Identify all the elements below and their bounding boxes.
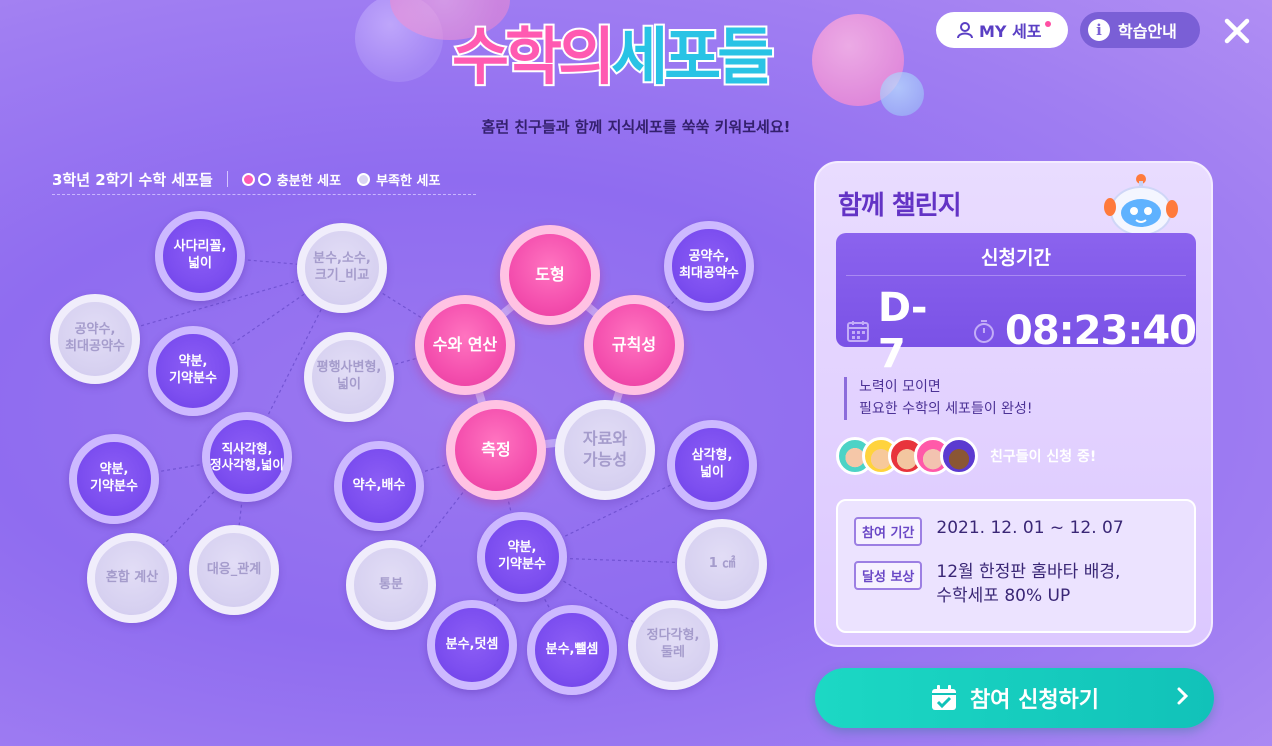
period-tag: 참여 기간 xyxy=(854,517,923,546)
my-cell-label: MY 세포 xyxy=(979,22,1042,41)
my-cell-button[interactable]: MY 세포 xyxy=(936,12,1068,48)
cell-node-reduction-2[interactable]: 약분, 기약분수 xyxy=(69,434,159,524)
notification-dot xyxy=(1044,21,1051,27)
cell-node-regular-polygon-perimeter[interactable]: 정다각형, 둘레 xyxy=(628,600,718,690)
cell-node-correspondence[interactable]: 대응_관계 xyxy=(189,525,279,615)
challenge-panel: 함께 챌린지 신청기간 D-7 08:23:40 노력이 모이면 필요한 수학의… xyxy=(814,161,1213,647)
cell-node-fraction-decimal-compare[interactable]: 분수,소수, 크기_비교 xyxy=(297,223,387,313)
period-label: 신청기간 xyxy=(981,247,1051,269)
challenge-title: 함께 챌린지 xyxy=(838,191,962,221)
calendar-check-icon xyxy=(931,685,956,710)
cell-node-reduction-3[interactable]: 약분, 기약분수 xyxy=(477,512,567,602)
period-value: 2021. 12. 01 ~ 12. 07 xyxy=(936,518,1124,538)
cell-node-fraction-subtraction[interactable]: 분수,뺄셈 xyxy=(527,605,617,695)
friends-status: 친구들이 신청 중! xyxy=(990,449,1097,465)
friend-avatar xyxy=(940,437,978,475)
reward-line2: 수학세포 80% UP xyxy=(936,585,1071,606)
cell-node-parallelogram-area[interactable]: 평행사변형, 넓이 xyxy=(304,332,394,422)
cell-node-square-centimeter[interactable]: 1 ㎠ xyxy=(677,519,767,609)
close-icon xyxy=(1224,18,1250,44)
period-row: 참여 기간 2021. 12. 01 ~ 12. 07 xyxy=(854,517,1124,546)
stopwatch-icon xyxy=(974,320,995,343)
notice-line1: 노력이 모이면 xyxy=(859,379,941,395)
cell-node-data-probability[interactable]: 자료와 가능성 xyxy=(555,400,655,500)
reward-row: 달성 보상 12월 한정판 홈바타 배경, 수학세포 80% UP xyxy=(854,561,1120,609)
participating-friends: 친구들이 신청 중! xyxy=(836,437,1096,475)
guide-label: 학습안내 xyxy=(1118,22,1177,41)
reward-line1: 12월 한정판 홈바타 배경, xyxy=(936,562,1121,582)
cell-node-patterns[interactable]: 규칙성 xyxy=(584,295,684,395)
cell-node-triangle-area[interactable]: 삼각형, 넓이 xyxy=(667,420,757,510)
guide-button[interactable]: i 학습안내 xyxy=(1080,12,1200,48)
cell-node-shapes[interactable]: 도형 xyxy=(500,225,600,325)
chevron-right-icon xyxy=(1176,684,1190,714)
cell-node-common-denominator[interactable]: 통분 xyxy=(346,540,436,630)
bg-bubble-small-blue xyxy=(880,72,924,116)
join-button-label: 참여 신청하기 xyxy=(969,688,1100,713)
reward-tag: 달성 보상 xyxy=(854,561,923,590)
cell-node-fraction-addition[interactable]: 분수,덧셈 xyxy=(427,600,517,690)
countdown-divider xyxy=(846,275,1186,276)
cell-node-divisors-multiples[interactable]: 약수,배수 xyxy=(334,441,424,531)
reward-value: 12월 한정판 홈바타 배경, 수학세포 80% UP xyxy=(936,561,1120,609)
countdown-row: D-7 08:23:40 xyxy=(846,285,1197,377)
cell-node-numbers-operations[interactable]: 수와 연산 xyxy=(415,295,515,395)
info-icon: i xyxy=(1088,19,1110,41)
cell-node-trapezoid-area[interactable]: 사다리꼴, 넓이 xyxy=(155,211,245,301)
cell-node-mixed-calculation[interactable]: 혼합 계산 xyxy=(87,533,177,623)
notice-line2: 필요한 수학의 세포들이 완성! xyxy=(859,400,1033,417)
countdown-box: 신청기간 D-7 08:23:40 xyxy=(836,233,1197,377)
join-challenge-button[interactable]: 참여 신청하기 xyxy=(815,668,1214,728)
d-day: D-7 xyxy=(877,285,928,377)
person-icon xyxy=(957,22,973,39)
cell-node-gcd-right[interactable]: 공약수, 최대공약수 xyxy=(664,221,754,311)
challenge-info: 참여 기간 2021. 12. 01 ~ 12. 07 달성 보상 12월 한정… xyxy=(836,499,1196,633)
cell-node-gcd-left[interactable]: 공약수, 최대공약수 xyxy=(50,294,140,384)
cell-node-measurement[interactable]: 측정 xyxy=(446,400,546,500)
cell-node-reduction-1[interactable]: 약분, 기약분수 xyxy=(148,326,238,416)
challenge-notice: 노력이 모이면 필요한 수학의 세포들이 완성! xyxy=(844,377,1033,421)
countdown-timer: 08:23:40 xyxy=(1005,308,1197,354)
calendar-icon xyxy=(846,321,869,342)
cell-node-rectangle-square-area[interactable]: 직사각형, 정사각형,넓이 xyxy=(202,412,292,502)
close-button[interactable] xyxy=(1222,16,1252,46)
